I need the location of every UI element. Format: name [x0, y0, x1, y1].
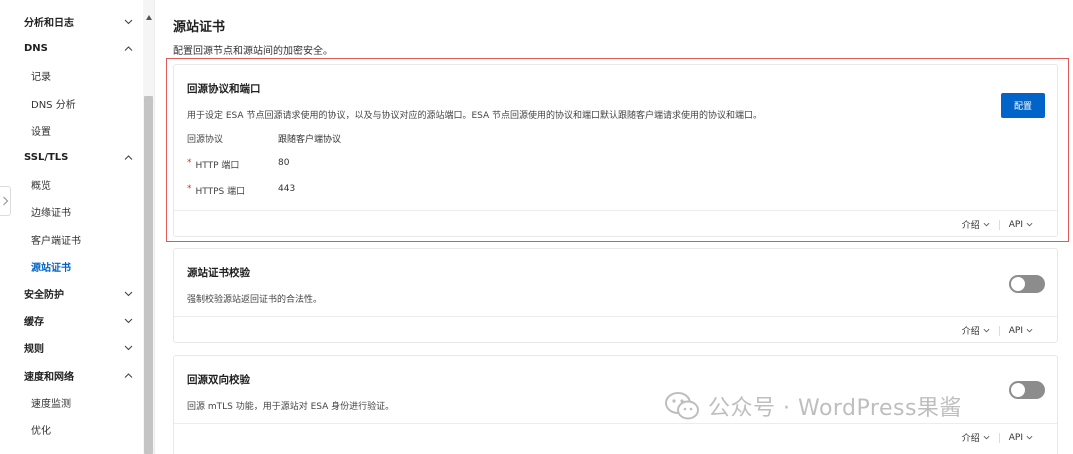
sidebar-item-label: SSL/TLS: [24, 152, 69, 164]
sidebar-item-label: 边缘证书: [31, 208, 71, 220]
chevron-down-icon: [124, 343, 133, 352]
api-label: API: [1008, 219, 1023, 230]
card-description: 用于设定 ESA 节点回源请求使用的协议，以及与协议对应的源站端口。ESA 节点…: [187, 111, 763, 121]
sidebar-item-15[interactable]: 优化: [0, 416, 143, 443]
sidebar-item-label: 设置: [31, 126, 51, 138]
sidebar: 分析和日志 DNS 记录 DNS 分析 设置 SSL/TLS 概览边缘证书客户端证书源站证书…: [0, 0, 155, 454]
sidebar-item-14[interactable]: 速度监测: [0, 389, 143, 416]
card-description: 回源 mTLS 功能，用于源站对 ESA 身份进行验证。: [187, 402, 395, 412]
card-title: 源站证书校验: [187, 267, 250, 279]
api-link[interactable]: API: [1009, 433, 1033, 443]
field-http-port: * HTTP 端口 80: [187, 158, 289, 171]
origin-protocol-card: 回源协议和端口 用于设定 ESA 节点回源请求使用的协议，以及与协议对应的源站端…: [173, 64, 1058, 237]
field-value: 跟随客户端协议: [278, 135, 342, 145]
origin-cert-verify-toggle[interactable]: [1009, 275, 1045, 293]
sidebar-item-9[interactable]: 源站证书: [0, 253, 143, 280]
sidebar-item-3[interactable]: DNS 分析: [0, 90, 143, 117]
page-description: 配置回源节点和源站间的加密安全。: [173, 46, 333, 57]
field-value: 443: [278, 184, 296, 194]
toggle-knob: [1011, 383, 1025, 397]
sidebar-item-4[interactable]: 设置: [0, 117, 143, 144]
sidebar-item-label: 速度监测: [31, 398, 71, 410]
sidebar-item-0[interactable]: 分析和日志: [0, 8, 143, 35]
intro-link[interactable]: 介绍: [962, 431, 990, 444]
sidebar-item-12[interactable]: 规则: [0, 334, 143, 361]
sidebar-nav: 分析和日志 DNS 记录 DNS 分析 设置 SSL/TLS 概览边缘证书客户端证书源站证书…: [0, 8, 143, 443]
required-marker: *: [187, 184, 192, 194]
sidebar-item-7[interactable]: 边缘证书: [0, 198, 143, 225]
mutual-tls-toggle[interactable]: [1009, 381, 1045, 399]
footer-divider: [998, 219, 1000, 230]
api-link[interactable]: API: [1009, 326, 1033, 336]
intro-link[interactable]: 介绍: [962, 324, 990, 337]
sidebar-item-label: 概览: [31, 181, 51, 193]
origin-cert-verify-card: 源站证书校验 强制校验源站返回证书的合法性。 介绍 API: [173, 248, 1058, 343]
field-label: HTTPS 端口: [195, 187, 246, 197]
sidebar-item-label: 缓存: [24, 317, 44, 329]
required-marker: *: [187, 158, 192, 168]
api-label: API: [1008, 325, 1023, 336]
field-https-port: * HTTPS 端口 443: [187, 184, 295, 197]
sidebar-item-label: 客户端证书: [31, 235, 81, 247]
intro-link[interactable]: 介绍: [962, 218, 990, 231]
chevron-up-icon: [124, 44, 133, 53]
sidebar-item-6[interactable]: 概览: [0, 171, 143, 198]
card-description: 强制校验源站返回证书的合法性。: [187, 295, 323, 305]
card-title: 回源协议和端口: [187, 83, 261, 95]
chevron-right-icon: [2, 196, 8, 206]
footer-divider: [998, 432, 1000, 443]
chevron-down-icon: [124, 17, 133, 26]
sidebar-item-1[interactable]: DNS: [0, 35, 143, 62]
card-footer: 介绍 API: [174, 423, 1057, 450]
card-footer: 介绍 API: [174, 210, 1057, 237]
chevron-down-icon: [983, 222, 990, 227]
sidebar-item-13[interactable]: 速度和网络: [0, 361, 143, 388]
sidebar-item-label: DNS 分析: [31, 99, 76, 111]
sidebar-item-label: 安全防护: [24, 289, 64, 301]
card-footer: 介绍 API: [174, 316, 1057, 343]
chevron-down-icon: [983, 328, 990, 333]
chevron-up-icon: [124, 153, 133, 162]
field-label: 回源协议: [187, 135, 224, 145]
api-link[interactable]: API: [1009, 220, 1033, 230]
toggle-knob: [1011, 277, 1025, 291]
chevron-down-icon: [124, 289, 133, 298]
sidebar-item-label: 源站证书: [31, 262, 71, 274]
card-title: 回源双向校验: [187, 374, 250, 386]
scroll-up-arrow-icon[interactable]: [146, 15, 152, 20]
chevron-up-icon: [124, 371, 133, 380]
configure-button[interactable]: 配置: [1001, 93, 1045, 118]
sidebar-item-5[interactable]: SSL/TLS: [0, 144, 143, 171]
page-title: 源站证书: [173, 20, 226, 35]
sidebar-item-10[interactable]: 安全防护: [0, 280, 143, 307]
field-origin-protocol: 回源协议 跟随客户端协议: [187, 132, 341, 145]
footer-divider: [998, 325, 1000, 336]
sidebar-collapse-toggle[interactable]: [0, 186, 11, 216]
intro-label: 介绍: [961, 221, 980, 231]
intro-label: 介绍: [961, 327, 980, 337]
chevron-down-icon: [983, 435, 990, 440]
sidebar-item-label: 优化: [31, 425, 51, 437]
sidebar-item-label: 规则: [24, 344, 44, 356]
chevron-down-icon: [1026, 328, 1033, 333]
intro-label: 介绍: [961, 434, 980, 444]
sidebar-item-label: 速度和网络: [24, 371, 74, 383]
field-value: 80: [278, 158, 290, 168]
api-label: API: [1008, 432, 1023, 443]
sidebar-item-2[interactable]: 记录: [0, 62, 143, 89]
watermark: 公众号 · WordPress果酱: [664, 390, 962, 422]
sidebar-item-label: 记录: [31, 72, 51, 84]
sidebar-item-label: 分析和日志: [24, 18, 74, 30]
sidebar-item-11[interactable]: 缓存: [0, 307, 143, 334]
field-label: HTTP 端口: [195, 161, 240, 171]
wechat-icon: [665, 392, 699, 420]
chevron-down-icon: [1026, 435, 1033, 440]
watermark-text: 公众号 · WordPress果酱: [708, 396, 962, 421]
chevron-down-icon: [124, 316, 133, 325]
sidebar-item-label: DNS: [24, 43, 48, 55]
sidebar-scrollbar-thumb[interactable]: [144, 96, 153, 454]
chevron-down-icon: [1026, 222, 1033, 227]
sidebar-item-8[interactable]: 客户端证书: [0, 226, 143, 253]
